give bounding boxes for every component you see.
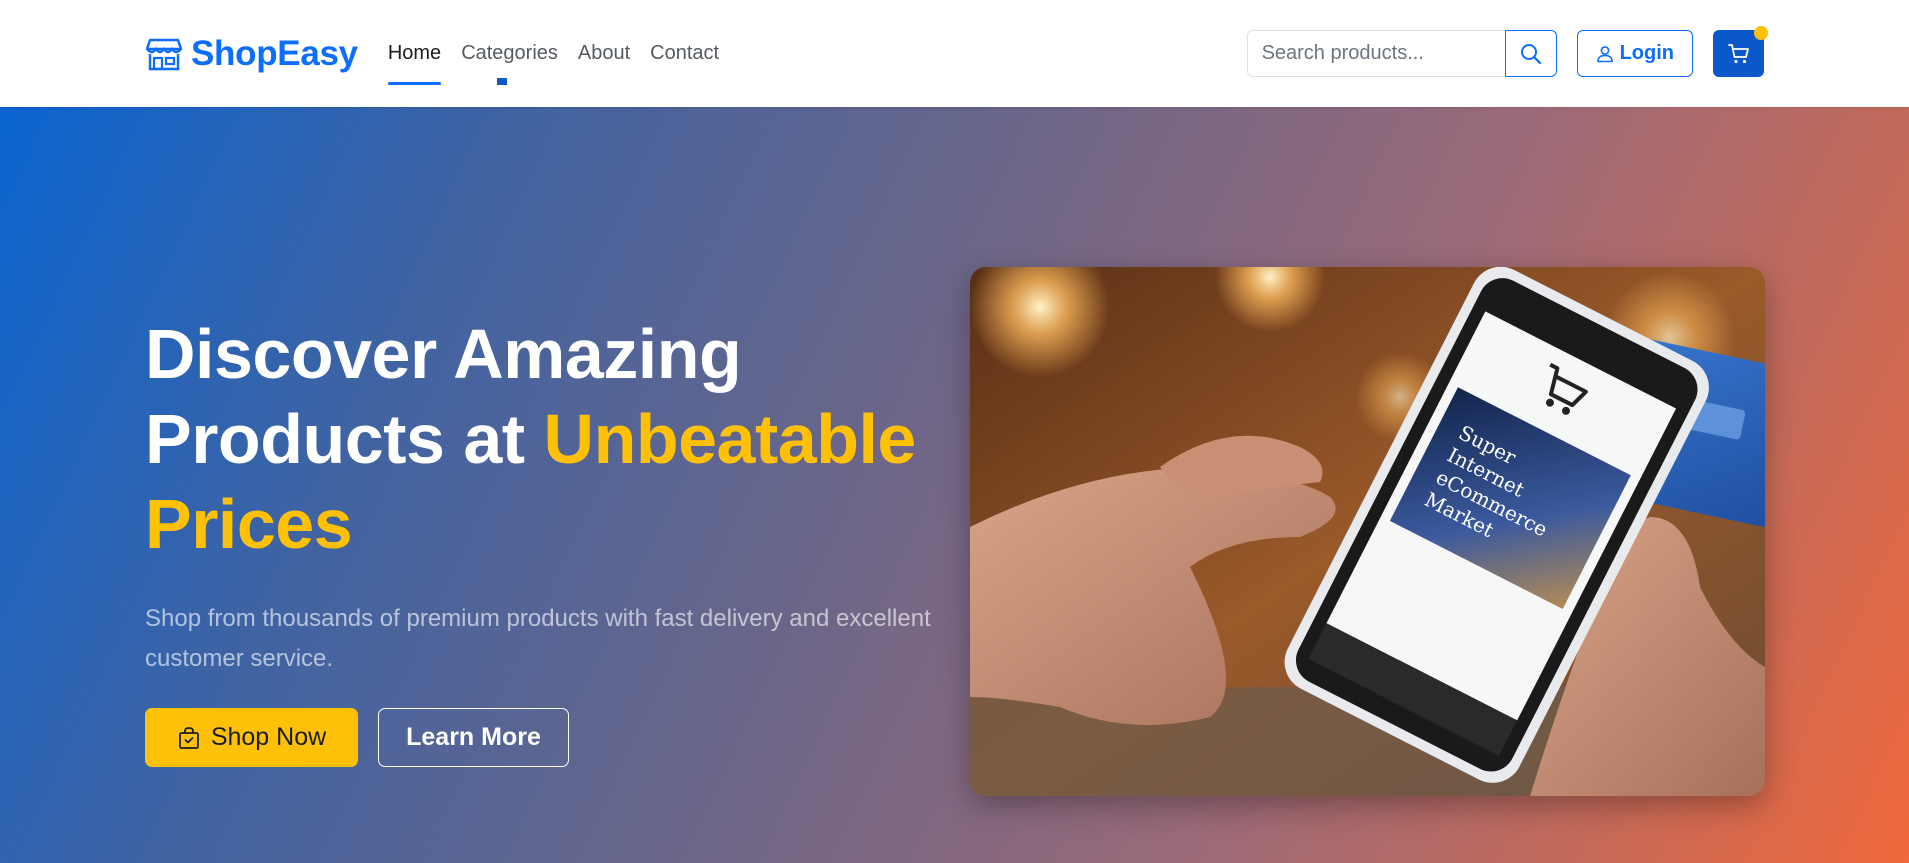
brand-name: ShopEasy — [191, 33, 358, 73]
hero-title-accent-b: Prices — [145, 485, 353, 563]
hero-section: Discover Amazing Products at Unbeatable … — [0, 107, 1909, 863]
hero-subtitle: Shop from thousands of premium products … — [145, 605, 931, 672]
hero-title-line1: Discover Amazing — [145, 315, 742, 393]
cart-icon — [1727, 43, 1749, 63]
hero-image: Super Internet eCommerce Market — [970, 267, 1765, 796]
search-input[interactable] — [1246, 30, 1505, 77]
hero-actions: Shop Now Learn More — [145, 708, 945, 767]
hero-title-accent-a: Unbeatable — [543, 400, 917, 478]
cart-badge — [1754, 26, 1768, 40]
shop-icon — [145, 38, 183, 70]
nav-hover-marker — [497, 78, 507, 85]
hero-phone-photo: Super Internet eCommerce Market — [970, 267, 1765, 796]
person-icon — [1596, 45, 1613, 62]
brand-logo-link[interactable]: ShopEasy — [145, 34, 358, 74]
cart-button[interactable] — [1713, 26, 1768, 77]
hero-title-line2: Products at — [145, 400, 544, 478]
nav-link-home[interactable]: Home — [378, 0, 451, 107]
top-navbar: ShopEasy Home Categories About Contact L… — [0, 0, 1909, 107]
login-label: Login — [1619, 42, 1674, 64]
shop-now-label: Shop Now — [210, 723, 327, 751]
shopping-bag-icon — [178, 726, 199, 749]
nav-actions: Login — [1246, 26, 1768, 77]
nav-link-contact[interactable]: Contact — [640, 0, 729, 107]
search-form — [1246, 30, 1557, 77]
search-icon — [1520, 43, 1541, 64]
hero-text: Discover Amazing Products at Unbeatable … — [145, 312, 945, 767]
main-nav: Home Categories About Contact — [378, 0, 729, 107]
search-button[interactable] — [1504, 30, 1557, 77]
shop-now-button[interactable]: Shop Now — [145, 708, 358, 767]
hero-title: Discover Amazing Products at Unbeatable … — [145, 312, 945, 567]
nav-link-categories[interactable]: Categories — [451, 0, 568, 107]
login-button[interactable]: Login — [1576, 30, 1693, 77]
learn-more-button[interactable]: Learn More — [378, 708, 569, 767]
nav-link-about[interactable]: About — [568, 0, 640, 107]
